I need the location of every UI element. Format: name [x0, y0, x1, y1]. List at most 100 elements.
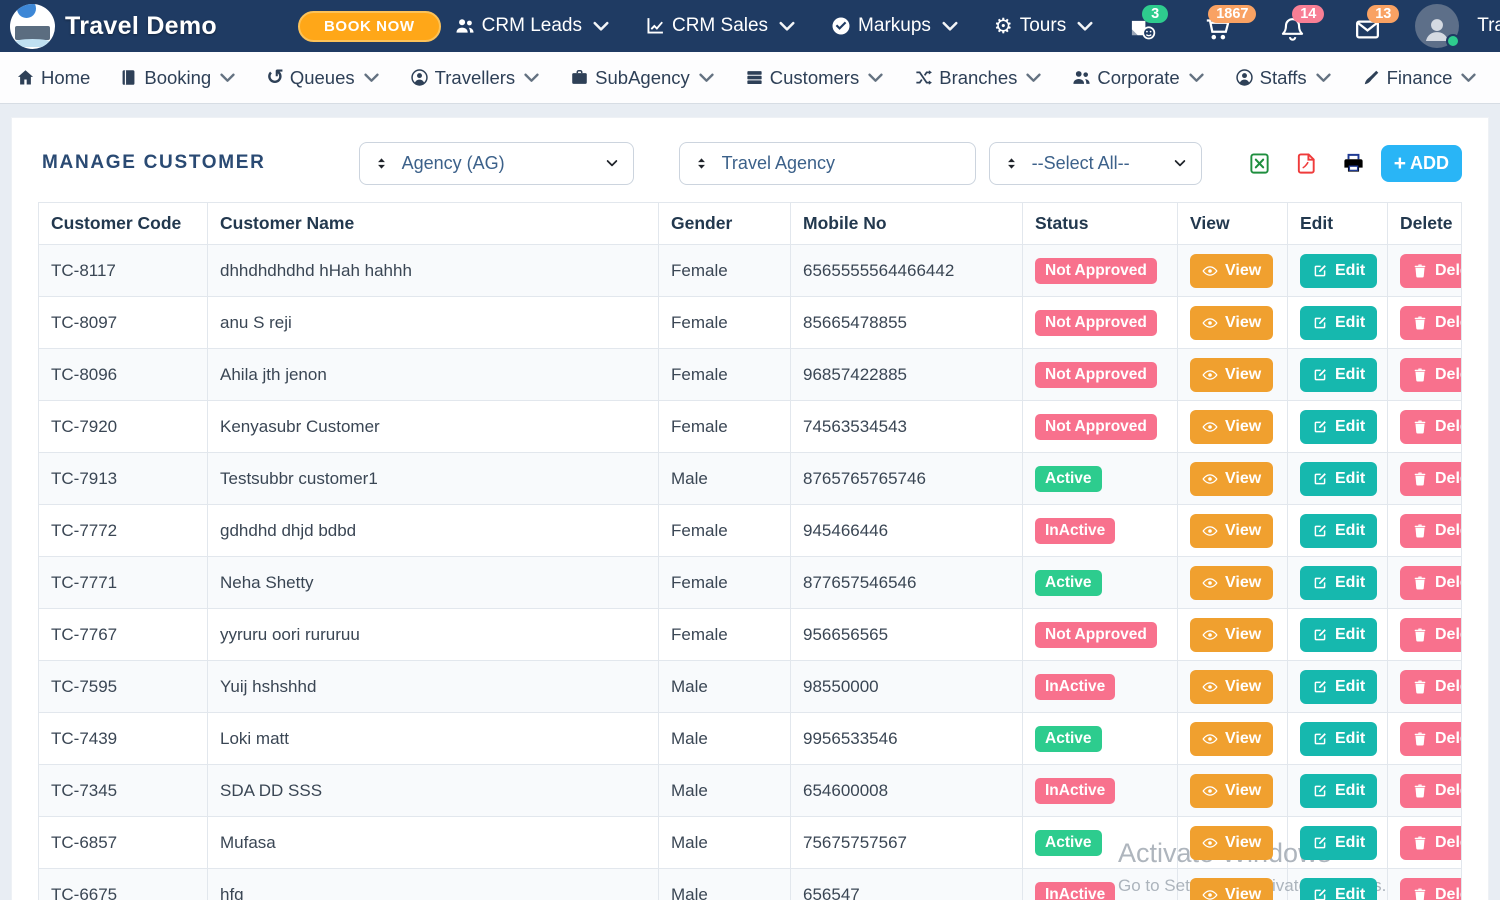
add-customer-button[interactable]: + ADD — [1381, 145, 1462, 182]
edit-button-label: Edit — [1335, 730, 1365, 748]
nav-item-finance[interactable]: Finance — [1362, 67, 1479, 89]
customer-code-cell: TC-7345 — [39, 765, 208, 817]
customer-code-cell: TC-6857 — [39, 817, 208, 869]
view-button-label: View — [1225, 262, 1261, 280]
chevron-down-icon — [1314, 68, 1333, 87]
gender-cell: Male — [659, 661, 791, 713]
export-pdf-button[interactable] — [1295, 152, 1318, 175]
nav-item-customers[interactable]: Customers — [745, 67, 885, 89]
edit-button[interactable]: Edit — [1300, 306, 1377, 340]
eye-icon — [1202, 523, 1218, 539]
col-view: View — [1178, 203, 1288, 245]
customer-table: Customer Code Customer Name Gender Mobil… — [38, 202, 1462, 900]
nav-item-staffs[interactable]: Staffs — [1235, 67, 1333, 89]
customer-name-cell: dhhdhdhdhd hHah hahhh — [208, 245, 659, 297]
notifications-button[interactable]: 14 — [1279, 16, 1306, 48]
delete-button[interactable]: Delete — [1400, 826, 1462, 860]
edit-button[interactable]: Edit — [1300, 670, 1377, 704]
table-row: TC-7439 Loki matt Male 9956533546 Active… — [39, 713, 1462, 765]
view-button[interactable]: View — [1190, 670, 1273, 704]
status-badge: Not Approved — [1035, 310, 1157, 336]
delete-button[interactable]: Delete — [1400, 774, 1462, 808]
mobile-no-cell: 8765765765746 — [791, 453, 1023, 505]
agency-type-select[interactable]: Agency (AG) — [359, 142, 634, 185]
delete-button[interactable]: Delete — [1400, 878, 1462, 900]
col-gender: Gender — [659, 203, 791, 245]
customer-name-cell: Yuij hshshhd — [208, 661, 659, 713]
nav-item-home[interactable]: Home — [16, 67, 90, 89]
view-button-label: View — [1225, 574, 1261, 592]
feedback-button[interactable]: 3 — [1129, 16, 1156, 48]
edit-cell: Edit — [1288, 245, 1388, 297]
edit-button[interactable]: Edit — [1300, 410, 1377, 444]
delete-button[interactable]: Delete — [1400, 358, 1462, 392]
view-button[interactable]: View — [1190, 878, 1273, 900]
edit-button[interactable]: Edit — [1300, 254, 1377, 288]
edit-button[interactable]: Edit — [1300, 566, 1377, 600]
messages-button[interactable]: 13 — [1354, 16, 1381, 48]
print-button[interactable] — [1342, 152, 1365, 175]
menu-tours[interactable]: ⚙ Tours — [994, 15, 1095, 37]
trash-icon — [1412, 835, 1428, 851]
cart-button[interactable]: 1867 — [1204, 16, 1231, 48]
view-button[interactable]: View — [1190, 306, 1273, 340]
customer-name-cell: anu S reji — [208, 297, 659, 349]
book-now-button[interactable]: BOOK NOW — [298, 11, 441, 42]
view-button[interactable]: View — [1190, 618, 1273, 652]
export-excel-button[interactable] — [1248, 152, 1271, 175]
view-button[interactable]: View — [1190, 826, 1273, 860]
view-button[interactable]: View — [1190, 514, 1273, 548]
top-navbar: Travel Demo BOOK NOW CRM Leads CRM Sales… — [0, 0, 1500, 52]
menu-markups[interactable]: Markups — [831, 15, 960, 37]
view-button[interactable]: View — [1190, 462, 1273, 496]
edit-button[interactable]: Edit — [1300, 358, 1377, 392]
agency-select[interactable]: Travel Agency — [679, 142, 976, 185]
delete-button[interactable]: Delete — [1400, 410, 1462, 444]
nav-item-travellers[interactable]: Travellers — [410, 67, 542, 89]
view-button[interactable]: View — [1190, 722, 1273, 756]
delete-button[interactable]: Delete — [1400, 618, 1462, 652]
edit-button[interactable]: Edit — [1300, 826, 1377, 860]
status-badge: InActive — [1035, 674, 1115, 700]
edit-button[interactable]: Edit — [1300, 774, 1377, 808]
trash-icon — [1412, 783, 1428, 799]
chevron-down-icon — [362, 68, 381, 87]
eye-icon — [1202, 835, 1218, 851]
delete-button[interactable]: Delete — [1400, 306, 1462, 340]
delete-button[interactable]: Delete — [1400, 670, 1462, 704]
nav-item-corporate[interactable]: Corporate — [1072, 67, 1205, 89]
view-button[interactable]: View — [1190, 774, 1273, 808]
edit-button[interactable]: Edit — [1300, 722, 1377, 756]
edit-button[interactable]: Edit — [1300, 878, 1377, 900]
add-button-label: ADD — [1410, 153, 1449, 174]
status-filter-select[interactable]: --Select All-- — [989, 142, 1202, 185]
delete-button[interactable]: Delete — [1400, 254, 1462, 288]
nav-item-queues[interactable]: ↺ Queues — [266, 67, 380, 89]
delete-button[interactable]: Delete — [1400, 462, 1462, 496]
nav-item-booking[interactable]: Booking — [119, 67, 237, 89]
menu-crm-leads[interactable]: CRM Leads — [455, 15, 611, 37]
view-button[interactable]: View — [1190, 254, 1273, 288]
delete-button[interactable]: Delete — [1400, 722, 1462, 756]
table-row: TC-7772 gdhdhd dhjd bdbd Female 94546644… — [39, 505, 1462, 557]
view-button[interactable]: View — [1190, 566, 1273, 600]
customer-name-cell: yyruru oori rururuu — [208, 609, 659, 661]
delete-button[interactable]: Delete — [1400, 566, 1462, 600]
chevron-down-icon — [1075, 16, 1095, 36]
menu-crm-sales[interactable]: CRM Sales — [645, 15, 797, 37]
gender-cell: Male — [659, 869, 791, 900]
edit-button[interactable]: Edit — [1300, 462, 1377, 496]
gender-cell: Female — [659, 297, 791, 349]
pencil-square-icon — [1312, 731, 1328, 747]
view-button[interactable]: View — [1190, 410, 1273, 444]
edit-button[interactable]: Edit — [1300, 618, 1377, 652]
view-button[interactable]: View — [1190, 358, 1273, 392]
pencil-square-icon — [1312, 367, 1328, 383]
nav-item-branches[interactable]: Branches — [914, 67, 1043, 89]
gender-cell: Male — [659, 817, 791, 869]
nav-item-subagency[interactable]: SubAgency — [570, 67, 716, 89]
delete-button[interactable]: Delete — [1400, 514, 1462, 548]
user-avatar[interactable] — [1415, 4, 1459, 48]
edit-button[interactable]: Edit — [1300, 514, 1377, 548]
menu-label: CRM Leads — [482, 15, 582, 37]
